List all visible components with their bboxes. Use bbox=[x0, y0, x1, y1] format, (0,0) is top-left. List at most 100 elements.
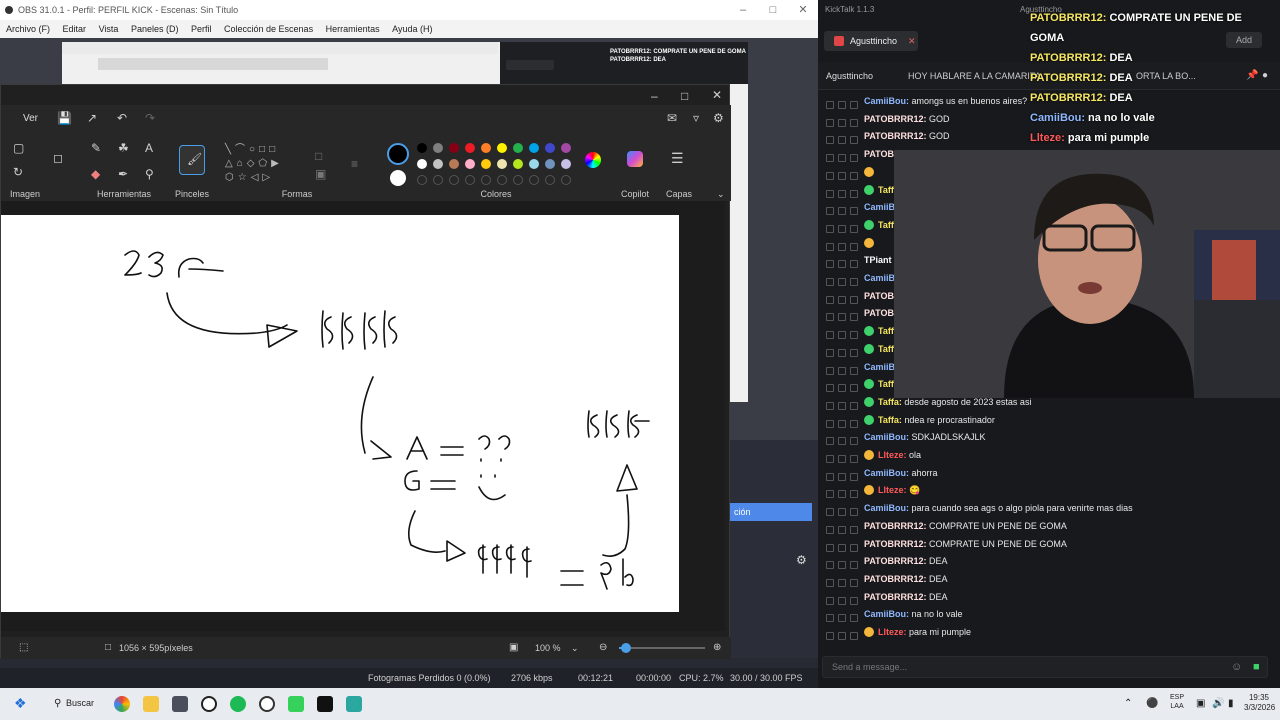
folder-icon[interactable] bbox=[143, 696, 159, 712]
palette-swatch[interactable] bbox=[433, 159, 443, 169]
message-username[interactable]: PATOB bbox=[864, 308, 894, 318]
brush-button[interactable]: 🖌 bbox=[179, 145, 205, 175]
color-1[interactable] bbox=[387, 143, 409, 165]
palette-swatch[interactable] bbox=[449, 159, 459, 169]
menu-ayuda[interactable]: Ayuda (H) bbox=[392, 24, 432, 34]
tiktok-icon[interactable] bbox=[317, 696, 333, 712]
empty-swatch[interactable] bbox=[497, 175, 507, 185]
menu-perfil[interactable]: Perfil bbox=[191, 24, 212, 34]
menu-herramientas[interactable]: Herramientas bbox=[326, 24, 380, 34]
zoom-out-icon[interactable]: ⊖ bbox=[599, 641, 607, 655]
palette-swatch[interactable] bbox=[481, 143, 491, 153]
palette-swatch[interactable] bbox=[513, 159, 523, 169]
palette-swatch[interactable] bbox=[497, 159, 507, 169]
fill-icon[interactable]: ☘ bbox=[118, 141, 129, 155]
message-username[interactable]: Taff bbox=[878, 379, 894, 389]
palette-swatch[interactable] bbox=[497, 143, 507, 153]
empty-swatch[interactable] bbox=[481, 175, 491, 185]
windows-start-icon[interactable]: ❖ bbox=[14, 696, 27, 710]
empty-swatch[interactable] bbox=[449, 175, 459, 185]
message-username[interactable]: Taff bbox=[878, 220, 894, 230]
message-username[interactable]: Llteze: bbox=[878, 627, 907, 637]
search-icon[interactable]: ⚲ bbox=[54, 697, 61, 711]
message-username[interactable]: Taff bbox=[878, 344, 894, 354]
save-icon[interactable]: 💾 bbox=[57, 111, 72, 125]
empty-swatch[interactable] bbox=[417, 175, 427, 185]
message-username[interactable]: PATOBRRR12: bbox=[864, 114, 927, 124]
pencil-icon[interactable]: ✎ bbox=[91, 141, 101, 155]
message-username[interactable]: CamiiBou: bbox=[864, 503, 909, 513]
selected-source[interactable]: ción bbox=[730, 503, 812, 521]
palette-swatch[interactable] bbox=[417, 159, 427, 169]
palette-swatch[interactable] bbox=[513, 143, 523, 153]
message-username[interactable]: Taffa: bbox=[878, 397, 902, 407]
empty-swatch[interactable] bbox=[513, 175, 523, 185]
mic-icon[interactable]: ⚫ bbox=[1146, 697, 1158, 711]
message-username[interactable]: PATOB bbox=[864, 291, 894, 301]
palette-swatch[interactable] bbox=[433, 143, 443, 153]
select-icon[interactable]: ▢ bbox=[13, 141, 24, 155]
empty-swatch[interactable] bbox=[545, 175, 555, 185]
close-tab-icon[interactable]: ✕ bbox=[908, 31, 916, 51]
menu-vista[interactable]: Vista bbox=[99, 24, 119, 34]
palette-swatch[interactable] bbox=[545, 143, 555, 153]
message-username[interactable]: PATOBRRR12: bbox=[864, 539, 927, 549]
magnifier-icon[interactable]: ⚲ bbox=[145, 167, 154, 181]
maximize-icon[interactable]: □ bbox=[758, 0, 788, 20]
palette-swatch[interactable] bbox=[465, 143, 475, 153]
empty-swatch[interactable] bbox=[433, 175, 443, 185]
tray-chevron-icon[interactable]: ⌃ bbox=[1124, 697, 1132, 711]
message-username[interactable]: CamiiBou: bbox=[864, 468, 909, 478]
spotify-icon[interactable] bbox=[230, 696, 246, 712]
menu-editar[interactable]: Editar bbox=[63, 24, 87, 34]
color-2[interactable] bbox=[390, 170, 406, 186]
zoom-slider[interactable] bbox=[619, 643, 705, 653]
kicktalk-icon[interactable] bbox=[346, 696, 362, 712]
gear-icon[interactable]: ⚙ bbox=[796, 553, 807, 567]
message-username[interactable]: PATOBRRR12: bbox=[864, 521, 927, 531]
emote-icon[interactable]: ☺ bbox=[1231, 660, 1242, 674]
palette-swatch[interactable] bbox=[417, 143, 427, 153]
message-username[interactable]: CamiiBou: bbox=[864, 432, 909, 442]
message-username[interactable]: PATOB bbox=[864, 149, 894, 159]
message-username[interactable]: CamiiB bbox=[864, 202, 895, 212]
fit-icon[interactable]: ▣ bbox=[509, 641, 518, 655]
palette-swatch[interactable] bbox=[465, 159, 475, 169]
empty-swatch[interactable] bbox=[529, 175, 539, 185]
rotate-icon[interactable]: ↻ bbox=[13, 165, 23, 179]
message-username[interactable]: PATOBRRR12: bbox=[864, 592, 927, 602]
share-icon[interactable]: ↗ bbox=[87, 111, 97, 125]
message-username[interactable]: PATOBRRR12: bbox=[864, 574, 927, 584]
message-username[interactable]: TPiant bbox=[864, 255, 892, 265]
edit-colors-icon[interactable] bbox=[585, 152, 601, 168]
kick-icon[interactable] bbox=[288, 696, 304, 712]
color-picker-icon[interactable]: ✒ bbox=[118, 167, 128, 181]
user-icon[interactable]: ● bbox=[1262, 69, 1268, 83]
notepad-icon[interactable] bbox=[172, 696, 188, 712]
size-icon[interactable]: ≡ bbox=[351, 157, 358, 171]
kick-emote-icon[interactable]: ■ bbox=[1253, 660, 1260, 674]
chevron-down-icon[interactable]: ⌄ bbox=[717, 187, 725, 201]
account-icon[interactable]: ▿ bbox=[693, 111, 699, 125]
close-icon[interactable]: ✕ bbox=[712, 88, 722, 102]
layers-icon[interactable]: ☰ bbox=[671, 151, 684, 165]
message-username[interactable]: PATOBRRR12: bbox=[864, 131, 927, 141]
network-icon[interactable]: ▣ bbox=[1196, 697, 1205, 711]
message-username[interactable]: Llteze: bbox=[878, 485, 907, 495]
chat-input[interactable]: Send a message... ☺ ■ bbox=[822, 656, 1268, 678]
chatgpt-icon[interactable] bbox=[201, 696, 217, 712]
palette-swatch[interactable] bbox=[529, 159, 539, 169]
message-username[interactable]: CamiiB bbox=[864, 273, 895, 283]
menu-ver[interactable]: Ver bbox=[23, 113, 38, 124]
message-username[interactable]: PATOBRRR12: bbox=[864, 556, 927, 566]
shapes-gallery[interactable]: ╲⌒○□□ △⌂◇⬠▶ ⬡☆◁▷ bbox=[225, 143, 299, 183]
message-username[interactable]: Taff bbox=[878, 185, 894, 195]
palette-swatch[interactable] bbox=[561, 143, 571, 153]
eraser-icon[interactable]: ◆ bbox=[91, 167, 100, 181]
chrome-icon[interactable] bbox=[114, 696, 130, 712]
minimize-icon[interactable]: – bbox=[728, 0, 758, 20]
message-username[interactable]: Taff bbox=[878, 326, 894, 336]
message-username[interactable]: CamiiBou: bbox=[864, 609, 909, 619]
palette-swatch[interactable] bbox=[561, 159, 571, 169]
zoom-dropdown-icon[interactable]: ⌄ bbox=[571, 641, 579, 655]
